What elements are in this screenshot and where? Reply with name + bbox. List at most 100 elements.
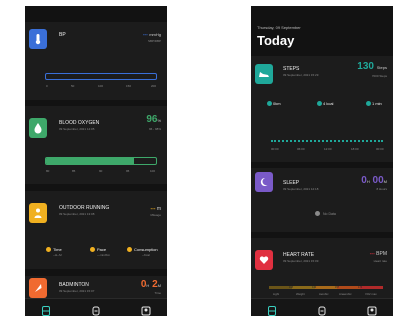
badminton-date: 09 September, 2021 15:07 — [59, 289, 95, 293]
outdoor-running-mileage-label: Mileage — [150, 213, 161, 217]
nav-profile-icon[interactable] — [367, 303, 377, 316]
sleep-no-data: No Data — [323, 212, 336, 216]
steps-stat-value: 0km — [273, 101, 281, 106]
steps-card[interactable]: STEPS 09 September, 2021 15:29 130 Steps… — [251, 56, 393, 162]
heart-rate-unit: BPM — [376, 251, 387, 257]
steps-chart-tick: 00:00 — [271, 147, 279, 151]
heart-zone-label: Anaerobic — [339, 292, 352, 296]
blood-oxygen-bar — [45, 157, 157, 165]
outdoor-running-value: --- — [150, 206, 156, 212]
steps-goal: 7000 Steps — [371, 74, 387, 78]
steps-chart-tick: 18:00 — [351, 147, 359, 151]
steps-chart-tick: 12:00 — [324, 147, 332, 151]
badminton-title: BADMINTON — [59, 282, 89, 288]
badminton-minutes-unit: M — [157, 283, 161, 288]
moon-icon — [255, 172, 273, 192]
sleep-hours-unit: H — [366, 179, 370, 184]
outdoor-running-card[interactable]: OUTDOOR RUNNING 09 September, 2021 13:08… — [25, 191, 167, 269]
time-icon — [366, 101, 371, 106]
blood-oxygen-bar-fill — [46, 158, 134, 164]
heart-zone-threshold: 140 — [312, 286, 317, 289]
steps-hourly-chart — [271, 140, 383, 143]
bp-unit: mmHg — [149, 32, 161, 37]
running-person-icon — [29, 203, 47, 223]
heart-zone-threshold: 174 — [358, 286, 363, 289]
blood-oxygen-card[interactable]: BLOOD OXYGEN 09 September, 2021 14:05 96… — [25, 106, 167, 184]
running-stat-value: --H--M — [53, 253, 62, 257]
badminton-hours-unit: H — [146, 283, 150, 288]
steps-unit: Steps — [376, 65, 387, 70]
bp-value: --- — [142, 32, 148, 38]
blood-oxygen-title: BLOOD OXYGEN — [59, 120, 100, 126]
phone-screen-right: Thursday, 09 September Today STEPS 09 Se… — [251, 6, 393, 316]
shoe-icon — [255, 64, 273, 84]
steps-stat-value: 4 kcal — [323, 101, 334, 106]
running-stat-label: Time — [53, 247, 62, 252]
blood-oxygen-value: 96 — [146, 114, 158, 125]
sleep-title: SLEEP — [283, 180, 300, 186]
running-stat-label: Pace — [97, 247, 107, 252]
bp-tick: 50 — [71, 84, 75, 88]
steps-stat-value: 1 min — [372, 101, 382, 106]
bp-thermometer-icon — [29, 29, 47, 49]
shuttlecock-icon — [29, 278, 47, 298]
bp-tick: 100 — [98, 84, 104, 88]
header-date: Thursday, 09 September — [257, 25, 301, 30]
blood-oxygen-unit: % — [157, 118, 161, 123]
heart-zone-vo2max — [360, 286, 383, 289]
bottom-nav — [251, 298, 393, 316]
bp-title: BP — [59, 32, 66, 38]
pace-icon — [90, 247, 95, 252]
sleep-date: 09 September, 2021 12:18 — [283, 187, 319, 191]
running-stat-value: ---min/Km — [97, 253, 111, 257]
steps-date: 09 September, 2021 15:29 — [283, 73, 319, 77]
phone-screen-left: BP --- mmHg SBP/DBP 0 50 100 150 200 BLO… — [25, 6, 167, 316]
heart-zone-threshold: 157 — [335, 286, 340, 289]
blood-oxygen-tick: 85 — [72, 169, 76, 173]
heart-zone-label: Weight — [296, 292, 305, 296]
badminton-card[interactable]: BADMINTON 09 September, 2021 15:07 0H 2M… — [25, 276, 167, 298]
calories-icon — [317, 101, 322, 106]
nav-dashboard-icon[interactable] — [267, 303, 277, 316]
bottom-nav — [25, 298, 167, 316]
heart-rate-title: HEART RATE — [283, 252, 315, 258]
heart-zone-label: VO2 max — [365, 292, 377, 296]
bp-tick: 0 — [46, 84, 48, 88]
sleep-goal: 8 Hours — [376, 187, 387, 191]
bp-card[interactable]: BP --- mmHg SBP/DBP 0 50 100 150 200 — [25, 22, 167, 100]
nav-profile-icon[interactable] — [141, 303, 151, 316]
heart-zone-aerobic — [314, 286, 338, 289]
flame-icon — [127, 247, 132, 252]
heart-zone-anaerobic — [337, 286, 361, 289]
heart-zone-threshold: 118 — [289, 286, 293, 289]
sleep-minutes-unit: M — [383, 179, 387, 184]
page-title: Today — [257, 33, 295, 48]
outdoor-running-unit: m — [156, 206, 161, 212]
running-stat-label: Consumption — [134, 247, 158, 252]
heart-rate-date: 09 September, 2021 15:09 — [283, 259, 319, 263]
steps-chart-tick: 06:00 — [297, 147, 305, 151]
sleep-minutes: 00 — [372, 175, 384, 186]
heart-zone-bar — [269, 286, 383, 289]
blood-oxygen-range: 96 - 98% — [148, 127, 161, 131]
steps-value: 130 — [357, 61, 374, 72]
sleep-card[interactable]: SLEEP 09 September, 2021 12:18 0H 00M 8 … — [251, 168, 393, 232]
distance-icon — [267, 101, 272, 106]
blood-oxygen-tick: 80 — [46, 169, 50, 173]
blood-oxygen-tick: 100 — [150, 169, 156, 173]
bp-tick: 150 — [126, 84, 132, 88]
heart-rate-card[interactable]: HEART RATE 09 September, 2021 15:09 --- … — [251, 238, 393, 298]
heart-zone-label: Light — [273, 292, 280, 296]
badminton-time-label: Time — [154, 291, 161, 295]
heart-zone-label: Aerobic — [319, 292, 329, 296]
nav-watch-icon[interactable] — [317, 303, 327, 316]
blood-oxygen-tick: 90 — [99, 169, 103, 173]
nav-dashboard-icon[interactable] — [41, 303, 51, 316]
outdoor-running-date: 09 September, 2021 13:08 — [59, 212, 95, 216]
bp-sub: SBP/DBP — [147, 39, 161, 43]
running-stat-value: --Kcal — [142, 253, 150, 257]
nav-watch-icon[interactable] — [91, 303, 101, 316]
outdoor-running-title: OUTDOOR RUNNING — [59, 205, 110, 211]
steps-chart-tick: 00:00 — [376, 147, 384, 151]
blood-drop-icon — [29, 118, 47, 138]
